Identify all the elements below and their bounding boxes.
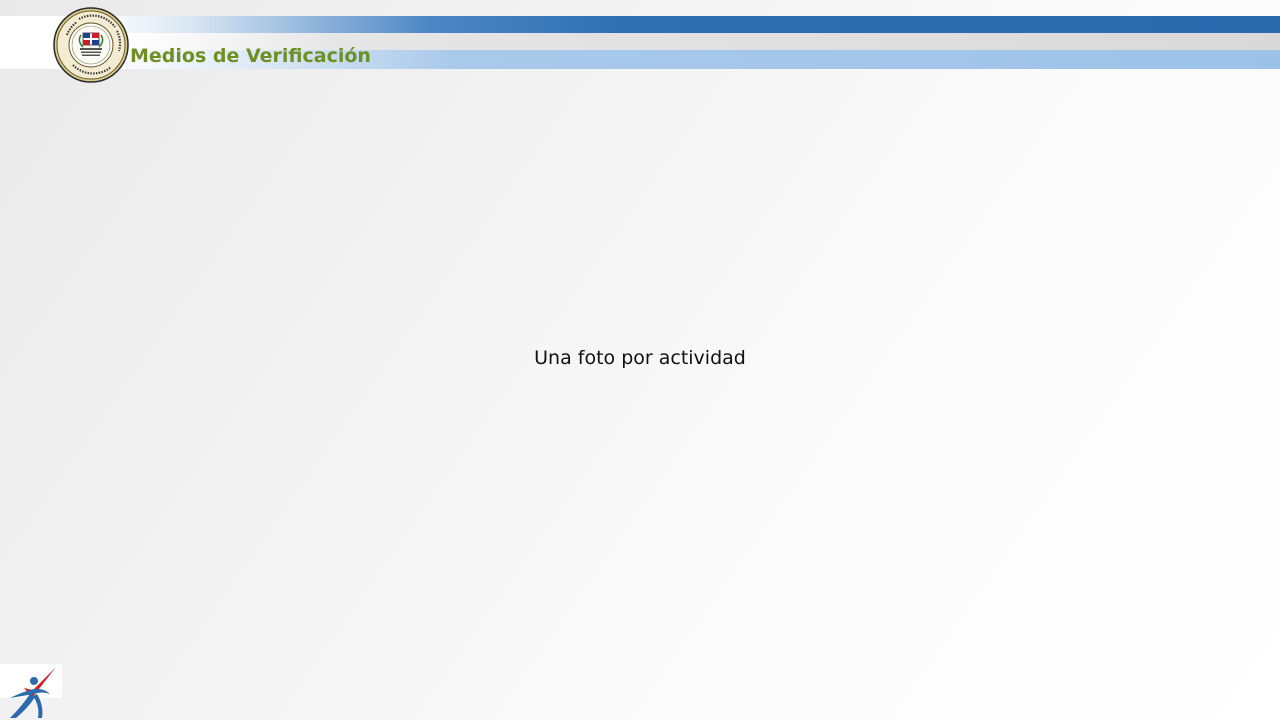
page-title: Medios de Verificación xyxy=(130,45,371,67)
content-text: Una foto por actividad xyxy=(534,347,746,369)
runner-checkmark-logo-icon xyxy=(4,664,60,720)
institution-seal-icon xyxy=(53,7,129,83)
header-band-top xyxy=(100,16,1280,33)
slide-header: Medios de Verificación xyxy=(0,0,1280,83)
